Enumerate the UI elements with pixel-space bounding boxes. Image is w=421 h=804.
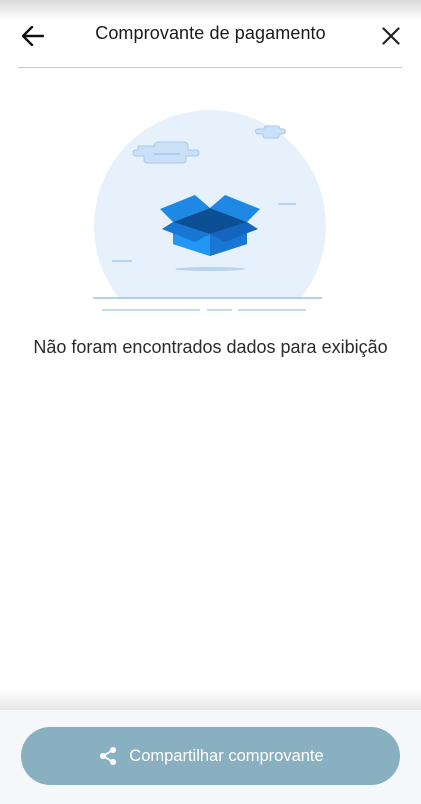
back-button[interactable] [16,20,50,52]
empty-box-illustration [90,108,330,316]
arrow-left-icon [22,26,44,46]
share-button-label: Compartilhar comprovante [129,746,324,765]
page-title: Comprovante de pagamento [95,23,326,43]
app-header: Comprovante de pagamento [0,0,421,70]
footer-shade [0,690,421,710]
close-icon [382,27,400,45]
header-divider [18,67,402,68]
share-receipt-button[interactable]: Compartilhar comprovante [21,727,400,785]
empty-state-message: Não foram encontrados dados para exibiçã… [33,337,388,357]
share-icon [97,745,119,767]
close-button[interactable] [375,20,407,52]
